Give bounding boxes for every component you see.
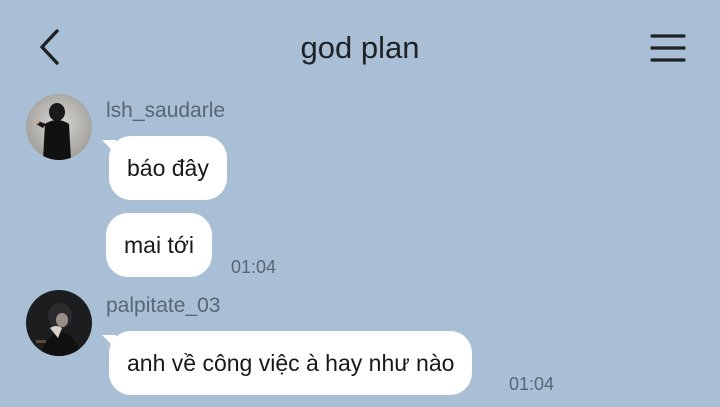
sender-avatar[interactable] [26,94,92,160]
avatar-photo [26,94,92,160]
sender-name[interactable]: lsh_saudarle [106,98,225,124]
message-timestamp: 01:04 [231,257,277,277]
message-timestamp: 01:04 [509,374,555,394]
message-bubble[interactable]: báo đây [102,136,227,200]
avatar-photo [26,290,92,356]
message-bubble[interactable]: mai tới [106,213,213,277]
menu-button[interactable] [644,28,692,68]
message-bubble[interactable]: anh về công việc à hay như nào [102,331,473,395]
chat-screen: god plan lsh_saudarle báo đây mai tới 01… [0,0,720,407]
hamburger-menu-icon [650,34,686,62]
bubble-tail [102,140,116,154]
sender-name[interactable]: palpitate_03 [106,293,220,319]
message-text: báo đây [127,155,209,181]
chat-title: god plan [300,30,420,65]
message-text: mai tới [124,232,195,258]
sender-avatar[interactable] [26,290,92,356]
bubble-tail [102,335,116,349]
message-text: anh về công việc à hay như nào [127,350,455,376]
chat-header: god plan [0,0,720,92]
